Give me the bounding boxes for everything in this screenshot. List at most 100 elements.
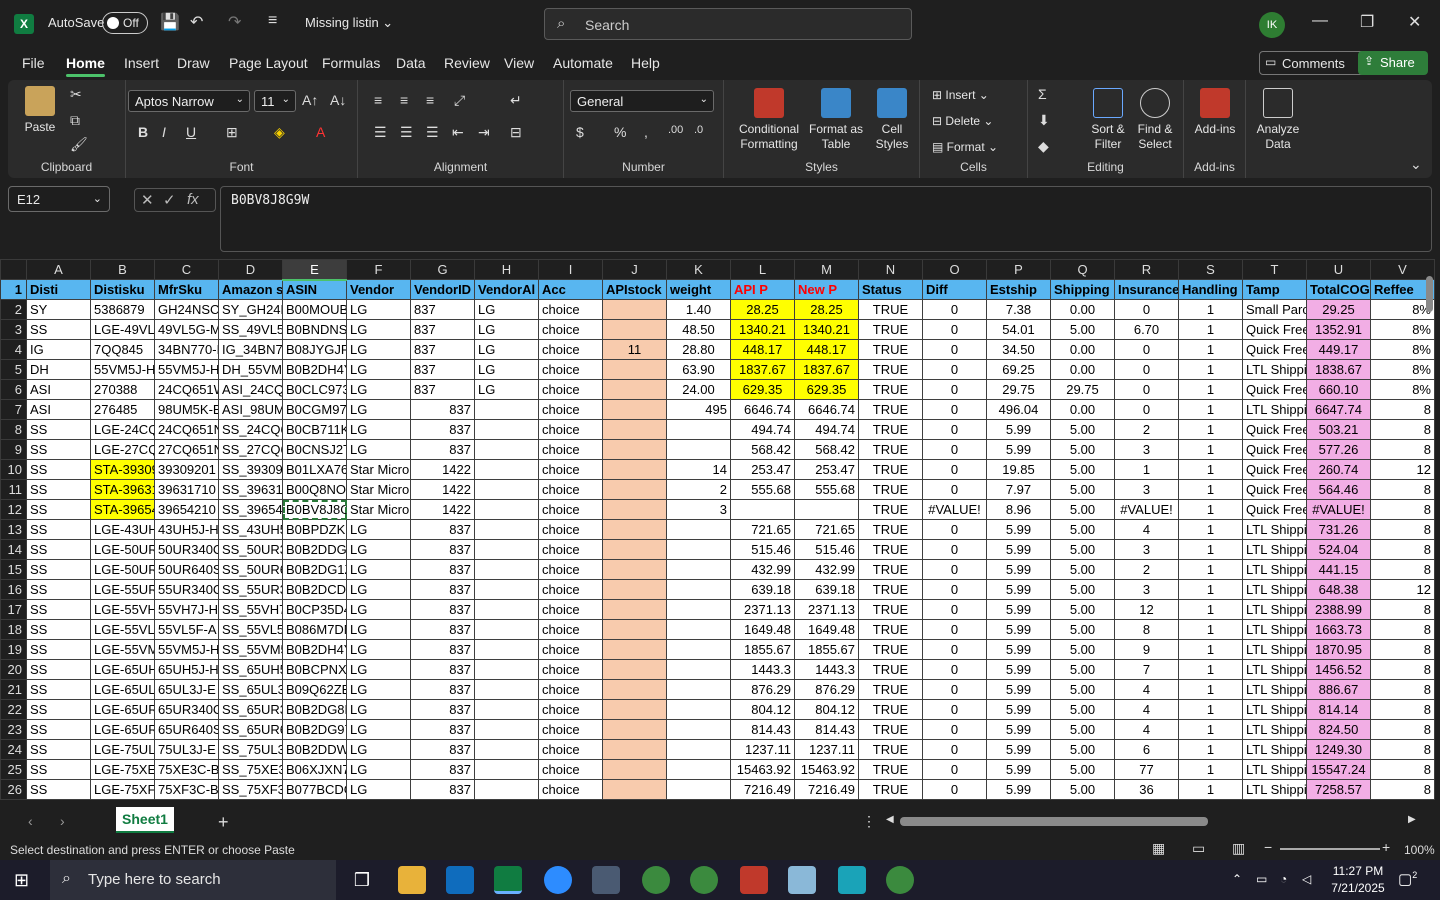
cell-j12[interactable] [602,499,667,520]
document-title[interactable]: Missing listin ⌄ [305,15,393,31]
sheet-tab-sheet1[interactable]: Sheet1 [116,807,174,833]
cell-u1[interactable]: TotalCOG [1306,279,1371,300]
percent-icon[interactable]: % [614,124,626,140]
cell-j23[interactable] [602,719,667,740]
increase-font-icon[interactable]: A↑ [302,92,318,108]
cell-a22[interactable]: SS [26,699,91,720]
cell-n19[interactable]: TRUE [858,639,923,660]
cell-u22[interactable]: 814.14 [1306,699,1371,720]
align-bottom-icon[interactable]: ≡ [426,92,434,108]
cell-u24[interactable]: 1249.30 [1306,739,1371,760]
cell-o5[interactable]: 0 [922,359,987,380]
cell-m10[interactable]: 253.47 [794,459,859,480]
orientation-icon[interactable]: ⤢ [454,92,465,109]
cell-q24[interactable]: 5.00 [1050,739,1115,760]
cell-u4[interactable]: 449.17 [1306,339,1371,360]
menu-page-layout[interactable]: Page Layout [229,55,308,71]
cell-f15[interactable]: LG [346,559,411,580]
cell-j2[interactable] [602,299,667,320]
cell-g24[interactable]: 837 [410,739,475,760]
cell-c20[interactable]: 65UH5J-H [154,659,219,680]
cell-t19[interactable]: LTL Shippi [1242,639,1307,660]
cell-h20[interactable] [474,659,539,680]
cell-a24[interactable]: SS [26,739,91,760]
cell-g15[interactable]: 837 [410,559,475,580]
cell-j14[interactable] [602,539,667,560]
cell-a23[interactable]: SS [26,719,91,740]
cell-o12[interactable]: #VALUE! [922,499,987,520]
clear-icon[interactable]: ◆ [1038,138,1049,155]
cell-q5[interactable]: 0.00 [1050,359,1115,380]
cell-m24[interactable]: 1237.11 [794,739,859,760]
name-box[interactable]: E12 ⌄ [8,186,110,212]
decrease-font-icon[interactable]: A↓ [330,92,346,108]
row-header[interactable]: 2 [0,299,27,320]
cell-v19[interactable]: 8 [1370,639,1435,660]
cell-o14[interactable]: 0 [922,539,987,560]
cell-styles-button[interactable]: Cell Styles [868,88,916,152]
cell-s18[interactable]: 1 [1178,619,1243,640]
cell-j4[interactable]: 11 [602,339,667,360]
column-header-s[interactable]: S [1178,259,1243,280]
cell-k13[interactable] [666,519,731,540]
clock[interactable]: 11:27 PM 7/21/2025 [1330,863,1386,897]
cell-b1[interactable]: Distisku [90,279,155,300]
cell-g8[interactable]: 837 [410,419,475,440]
cell-p26[interactable]: 5.99 [986,779,1051,800]
cell-b17[interactable]: LGE-55VH7 [90,599,155,620]
cell-b14[interactable]: LGE-50UR3 [90,539,155,560]
cell-e3[interactable]: B0BNDNS [282,319,347,340]
cell-i21[interactable]: choice [538,679,603,700]
cell-n5[interactable]: TRUE [858,359,923,380]
cell-m6[interactable]: 629.35 [794,379,859,400]
cell-e26[interactable]: B077BCDG [282,779,347,800]
zoom-level[interactable]: 100% [1404,843,1435,857]
cell-e19[interactable]: B0B2DH4Y [282,639,347,660]
cell-a10[interactable]: SS [26,459,91,480]
cell-m26[interactable]: 7216.49 [794,779,859,800]
cell-l7[interactable]: 6646.74 [730,399,795,420]
cell-l26[interactable]: 7216.49 [730,779,795,800]
cell-f5[interactable]: LG [346,359,411,380]
cell-r2[interactable]: 0 [1114,299,1179,320]
cell-k24[interactable] [666,739,731,760]
column-header-e[interactable]: E [282,259,347,281]
cell-i17[interactable]: choice [538,599,603,620]
cell-s7[interactable]: 1 [1178,399,1243,420]
cell-h14[interactable] [474,539,539,560]
cell-d12[interactable]: SS_396542 [218,499,283,520]
cell-n25[interactable]: TRUE [858,759,923,780]
cell-h25[interactable] [474,759,539,780]
network-icon[interactable]: ▭ [1256,872,1267,886]
cell-l10[interactable]: 253.47 [730,459,795,480]
cell-p18[interactable]: 5.99 [986,619,1051,640]
cell-a13[interactable]: SS [26,519,91,540]
cell-t13[interactable]: LTL Shippi [1242,519,1307,540]
cell-u10[interactable]: 260.74 [1306,459,1371,480]
cell-i19[interactable]: choice [538,639,603,660]
cell-b3[interactable]: LGE-49VL5 [90,319,155,340]
cell-j26[interactable] [602,779,667,800]
cell-n11[interactable]: TRUE [858,479,923,500]
cell-k20[interactable] [666,659,731,680]
cell-o21[interactable]: 0 [922,679,987,700]
decrease-indent-icon[interactable]: ⇤ [452,124,464,141]
cell-f8[interactable]: LG [346,419,411,440]
cell-k11[interactable]: 2 [666,479,731,500]
cell-b7[interactable]: 276485 [90,399,155,420]
bold-icon[interactable]: B [138,124,148,140]
cell-k25[interactable] [666,759,731,780]
cell-p13[interactable]: 5.99 [986,519,1051,540]
cell-g17[interactable]: 837 [410,599,475,620]
cell-u20[interactable]: 1456.52 [1306,659,1371,680]
cell-g12[interactable]: 1422 [410,499,475,520]
cell-u25[interactable]: 15547.24 [1306,759,1371,780]
cell-o17[interactable]: 0 [922,599,987,620]
cell-e24[interactable]: B0B2DDW [282,739,347,760]
cell-m16[interactable]: 639.18 [794,579,859,600]
cell-i2[interactable]: choice [538,299,603,320]
cell-l11[interactable]: 555.68 [730,479,795,500]
cell-f21[interactable]: LG [346,679,411,700]
cell-i6[interactable]: choice [538,379,603,400]
cell-k7[interactable]: 495 [666,399,731,420]
